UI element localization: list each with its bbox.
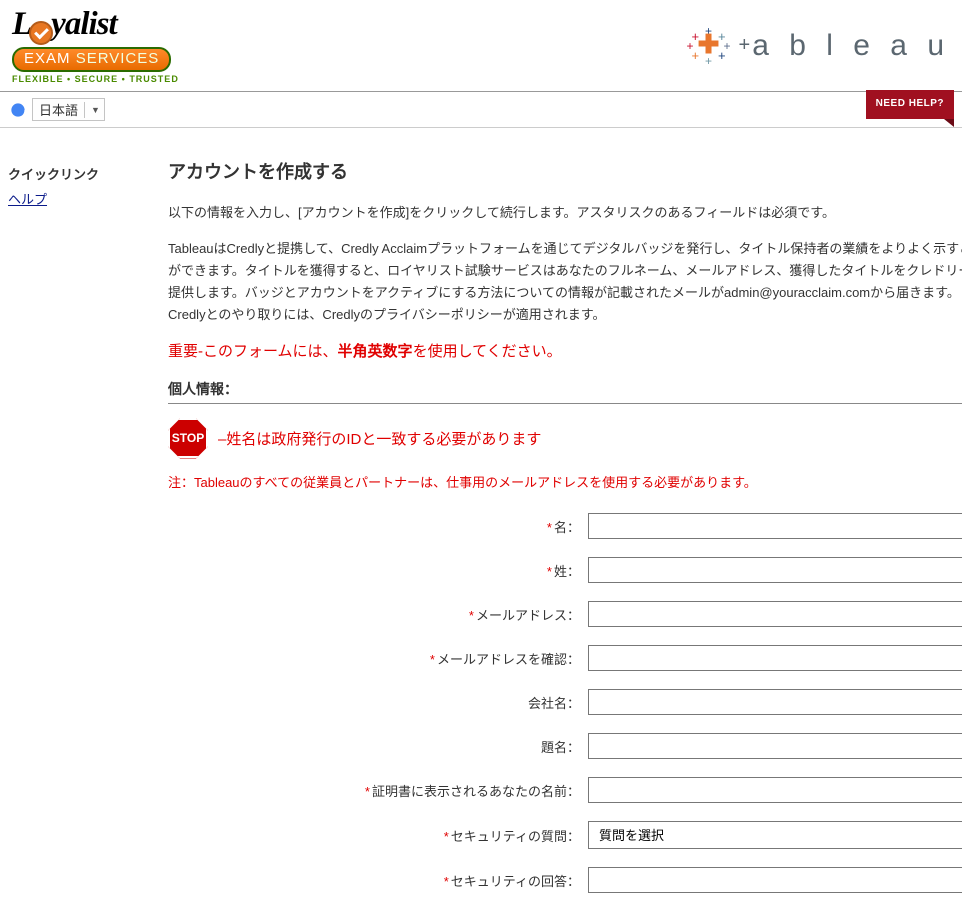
sidebar: クイックリンク ヘルプ xyxy=(8,138,158,913)
important-notice: 重要-このフォームには、半角英数字を使用してください。 xyxy=(168,340,962,361)
important-bold: 半角英数字 xyxy=(338,343,413,360)
page-title: アカウントを作成する xyxy=(168,158,962,184)
email-label: *メールアドレス： xyxy=(168,605,588,624)
sec-answer-field[interactable] xyxy=(588,867,962,893)
cert-name-field[interactable] xyxy=(588,777,962,803)
checkmark-icon xyxy=(29,21,53,45)
email-confirm-label: *メールアドレスを確認： xyxy=(168,649,588,668)
title-field[interactable] xyxy=(588,733,962,759)
credly-paragraph: TableauはCredlyと提携して、Credly Acclaimプラットフォ… xyxy=(168,238,962,326)
company-field[interactable] xyxy=(588,689,962,715)
sec-question-select[interactable]: 質問を選択 xyxy=(588,821,962,849)
sidebar-title: クイックリンク xyxy=(8,164,158,183)
stop-icon: STOP xyxy=(168,418,208,458)
intro-paragraph: 以下の情報を入力し、[アカウントを作成]をクリックして続行します。アスタリスクの… xyxy=(168,202,962,224)
form: *名： *姓： *メールアドレス： *メールアドレスを確認： 会社名： 題名： … xyxy=(168,513,962,893)
services-label: SERVICES xyxy=(76,50,160,67)
first-name-label: *名： xyxy=(168,517,588,536)
tableau-wordmark: +a b l e a u xyxy=(739,29,950,63)
email-confirm-field[interactable] xyxy=(588,645,962,671)
sec-answer-label: *セキュリティの回答： xyxy=(168,871,588,890)
exam-services-pill: EXAM SERVICES xyxy=(12,47,171,72)
chevron-down-icon: ▼ xyxy=(91,105,100,115)
help-link[interactable]: ヘルプ xyxy=(8,192,47,207)
important-prefix: 重要-このフォームには、 xyxy=(168,343,338,360)
loyalist-logo: Lyalist EXAM SERVICES FLEXIBLE • SECURE … xyxy=(12,8,179,84)
language-bar: 日本語 ▼ NEED HELP? xyxy=(0,92,962,128)
title-label: 題名： xyxy=(168,737,588,756)
language-current: 日本語 xyxy=(39,100,78,119)
stop-notice: STOP –姓名は政府発行のIDと一致する必要があります xyxy=(168,418,962,458)
first-name-field[interactable] xyxy=(588,513,962,539)
language-selector[interactable]: 日本語 ▼ xyxy=(32,98,105,121)
loyalist-tagline: FLEXIBLE • SECURE • TRUSTED xyxy=(12,74,179,84)
need-help-tab[interactable]: NEED HELP? xyxy=(866,90,954,119)
cert-name-label: *証明書に表示されるあなたの名前： xyxy=(168,781,588,800)
loyalist-wordmark: Lyalist xyxy=(12,8,117,46)
partner-note: 注：Tableauのすべての従業員とパートナーは、仕事用のメールアドレスを使用す… xyxy=(168,472,962,491)
main-content: アカウントを作成する 以下の情報を入力し、[アカウントを作成]をクリックして続行… xyxy=(158,138,962,913)
header: Lyalist EXAM SERVICES FLEXIBLE • SECURE … xyxy=(0,0,962,92)
stop-text: –姓名は政府発行のIDと一致する必要があります xyxy=(218,428,541,449)
sec-question-label: *セキュリティの質問： xyxy=(168,826,588,845)
tableau-logo: + + + + ✚ + + + + +a b l e a u xyxy=(689,26,950,66)
exam-label: EXAM xyxy=(24,50,71,67)
last-name-field[interactable] xyxy=(588,557,962,583)
company-label: 会社名： xyxy=(168,693,588,712)
last-name-label: *姓： xyxy=(168,561,588,580)
google-translate-icon xyxy=(10,102,26,118)
email-field[interactable] xyxy=(588,601,962,627)
important-suffix: を使用してください。 xyxy=(413,343,562,360)
personal-info-heading: 個人情報： xyxy=(168,379,962,404)
body: クイックリンク ヘルプ アカウントを作成する 以下の情報を入力し、[アカウントを… xyxy=(0,128,962,913)
tableau-mark-icon: + + + + ✚ + + + + xyxy=(689,26,729,66)
